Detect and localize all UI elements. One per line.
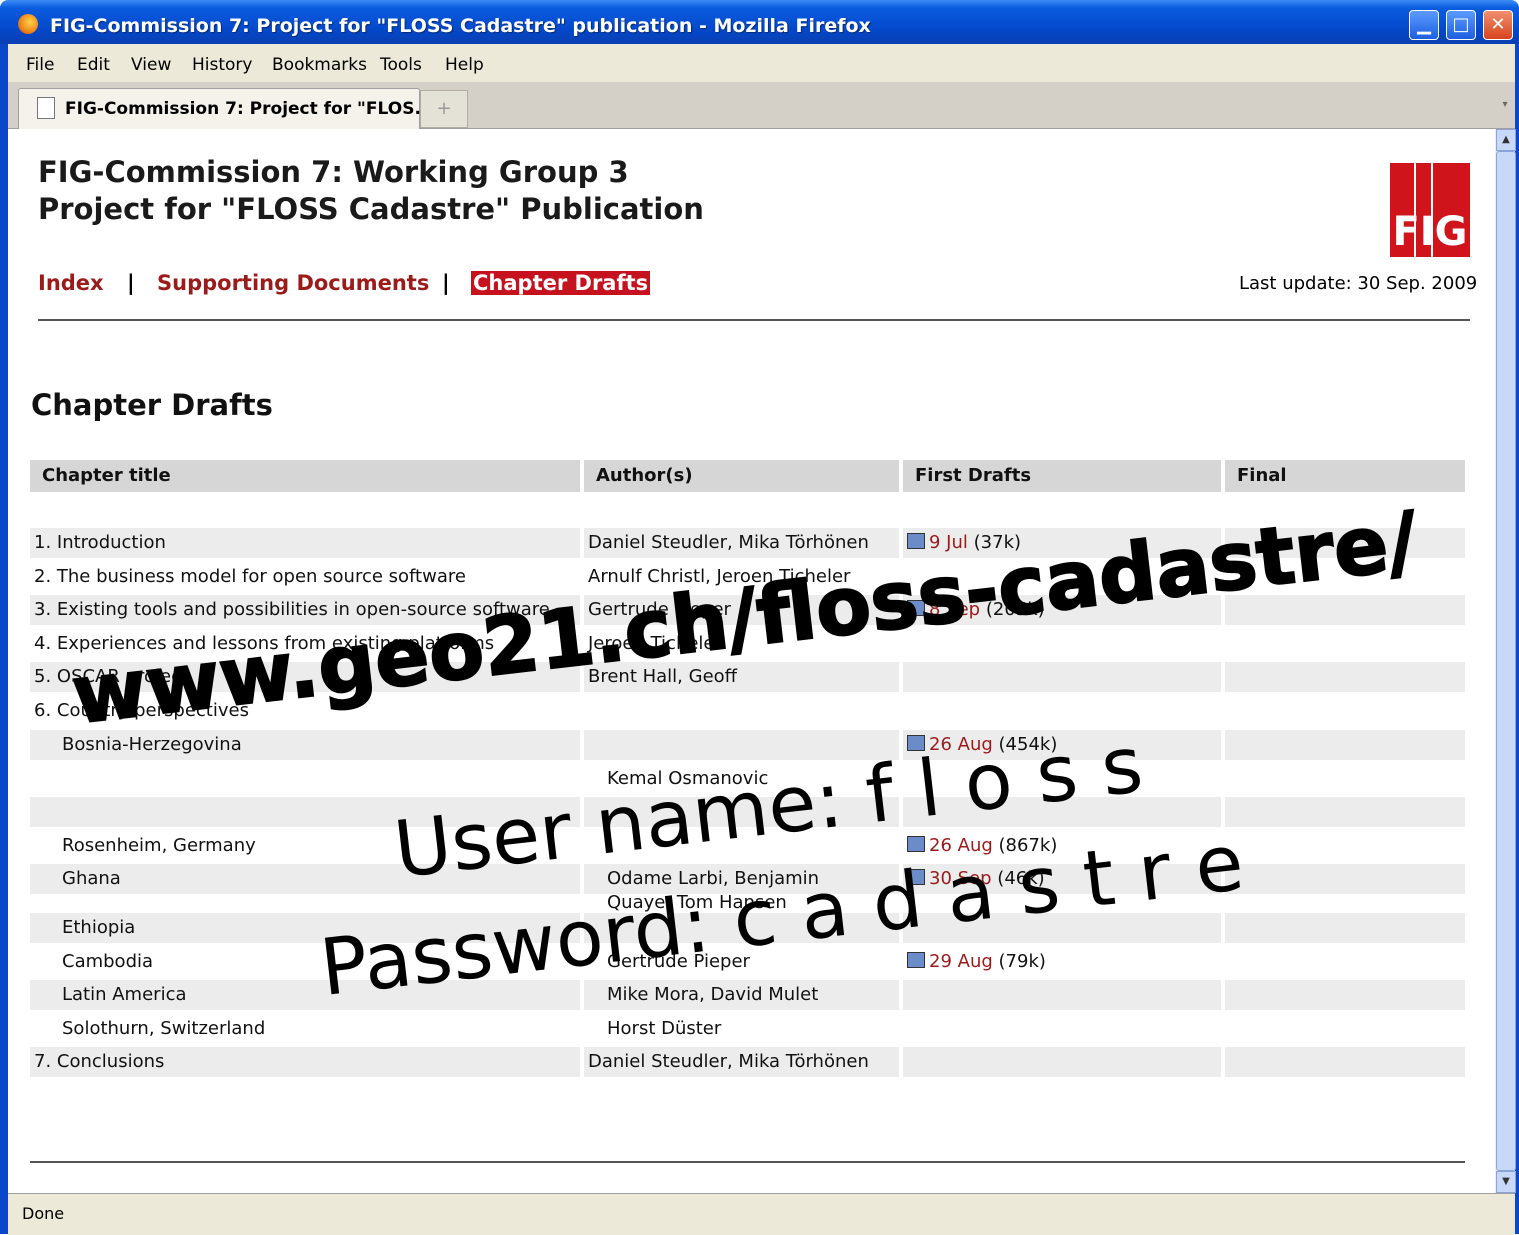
chapter-title: 2. The business model for open source so… xyxy=(34,566,466,587)
footer-divider xyxy=(30,1161,1465,1163)
scrollbar-thumb[interactable] xyxy=(1496,151,1516,1171)
column-header-first-drafts: First Drafts xyxy=(903,460,1221,492)
final-cell xyxy=(1225,764,1465,794)
draft-cell xyxy=(903,1014,1221,1044)
menu-bar: File Edit View History Bookmarks Tools H… xyxy=(8,44,1515,82)
page-content: FIG-Commission 7: Working Group 3 Projec… xyxy=(8,129,1495,1193)
chapter-title: Ethiopia xyxy=(62,917,136,938)
final-cell xyxy=(1225,629,1465,659)
fig-logo-text: FIG xyxy=(1392,209,1468,255)
document-icon[interactable] xyxy=(907,836,925,852)
scroll-down-icon[interactable]: ▼ xyxy=(1496,1171,1516,1193)
menu-history[interactable]: History xyxy=(192,55,252,75)
new-tab-button[interactable]: + xyxy=(420,90,468,128)
nav-index-link[interactable]: Index xyxy=(38,271,104,295)
final-cell xyxy=(1225,913,1465,943)
status-bar: Done xyxy=(8,1193,1515,1235)
vertical-scrollbar[interactable]: ▲ ▼ xyxy=(1495,129,1516,1193)
draft-size: (79k) xyxy=(998,951,1046,972)
document-icon[interactable] xyxy=(907,952,925,968)
tab-list-icon[interactable]: ▾ xyxy=(1495,82,1515,128)
document-icon[interactable] xyxy=(907,533,925,549)
table-row: Latin America Mike Mora, David Mulet xyxy=(30,980,1465,1010)
maximize-button[interactable]: □ xyxy=(1446,10,1476,40)
menu-edit[interactable]: Edit xyxy=(77,55,110,75)
menu-file[interactable]: File xyxy=(26,55,54,75)
column-header-chapter: Chapter title xyxy=(30,460,580,492)
column-header-authors: Author(s) xyxy=(584,460,899,492)
final-cell xyxy=(1225,1014,1465,1044)
page-heading-line2: Project for "FLOSS Cadastre" Publication xyxy=(38,192,704,226)
first-draft-entry: 29 Aug (79k) xyxy=(907,951,1046,972)
section-title: Chapter Drafts xyxy=(31,388,273,422)
page-heading-line1: FIG-Commission 7: Working Group 3 xyxy=(38,155,629,189)
chapter-title: Latin America xyxy=(62,984,187,1005)
last-update-text: Last update: 30 Sep. 2009 xyxy=(1239,273,1478,294)
chapter-authors: Daniel Steudler, Mika Törhönen xyxy=(588,1051,869,1072)
draft-cell xyxy=(903,662,1221,692)
draft-cell xyxy=(903,980,1221,1010)
authors-cell xyxy=(584,696,899,726)
final-cell xyxy=(1225,831,1465,861)
close-button[interactable]: ✕ xyxy=(1483,10,1513,40)
table-row: 7. Conclusions Daniel Steudler, Mika Törh… xyxy=(30,1047,1465,1077)
final-cell xyxy=(1225,1047,1465,1077)
window-frame-left xyxy=(0,44,8,1234)
header-divider xyxy=(38,319,1470,321)
window-titlebar: FIG-Commission 7: Project for "FLOSS Cad… xyxy=(0,0,1519,44)
final-cell xyxy=(1225,947,1465,977)
menu-help[interactable]: Help xyxy=(445,55,484,75)
final-cell xyxy=(1225,696,1465,726)
tab-label: FIG-Commission 7: Project for "FLOS... xyxy=(65,99,434,119)
final-cell xyxy=(1225,980,1465,1010)
draft-cell xyxy=(903,1047,1221,1077)
chapter-title: Cambodia xyxy=(62,951,154,972)
table-row: Bosnia-Herzegovina 26 Aug (454k) xyxy=(30,730,1465,760)
minimize-button[interactable]: ▁ xyxy=(1409,10,1439,40)
draft-cell xyxy=(903,696,1221,726)
chapter-title: 1. Introduction xyxy=(34,532,166,553)
menu-view[interactable]: View xyxy=(131,55,171,75)
nav-separator: | xyxy=(442,271,450,295)
draft-link[interactable]: 29 Aug xyxy=(929,951,993,972)
status-text: Done xyxy=(22,1204,65,1223)
chapter-authors: Daniel Steudler, Mika Törhönen xyxy=(588,532,869,553)
fig-logo: FIG xyxy=(1390,163,1470,257)
page-icon xyxy=(37,97,55,119)
chapter-authors: Horst Düster xyxy=(607,1018,722,1039)
final-cell xyxy=(1225,662,1465,692)
menu-bookmarks[interactable]: Bookmarks xyxy=(272,55,367,75)
column-header-final: Final xyxy=(1225,460,1465,492)
chapter-title: Rosenheim, Germany xyxy=(62,835,256,856)
final-cell xyxy=(1225,730,1465,760)
window-title: FIG-Commission 7: Project for "FLOSS Cad… xyxy=(50,15,871,37)
menu-tools[interactable]: Tools xyxy=(380,55,422,75)
nav-separator: | xyxy=(127,271,135,295)
tab-bar: FIG-Commission 7: Project for "FLOS... +… xyxy=(8,82,1515,129)
tab-active[interactable]: FIG-Commission 7: Project for "FLOS... xyxy=(18,88,434,129)
chapter-title: Ghana xyxy=(62,868,121,889)
table-row: Solothurn, Switzerland Horst Düster xyxy=(30,1014,1465,1044)
nav-chapter-drafts-link[interactable]: Chapter Drafts xyxy=(471,271,651,295)
nav-supporting-documents-link[interactable]: Supporting Documents xyxy=(157,271,429,295)
final-cell xyxy=(1225,797,1465,827)
chapter-authors: Mike Mora, David Mulet xyxy=(607,984,819,1005)
scroll-up-icon[interactable]: ▲ xyxy=(1496,129,1516,151)
chapter-cell xyxy=(30,764,580,794)
chapter-title: Solothurn, Switzerland xyxy=(62,1018,266,1039)
chapter-title: 7. Conclusions xyxy=(34,1051,165,1072)
firefox-icon xyxy=(18,14,38,34)
